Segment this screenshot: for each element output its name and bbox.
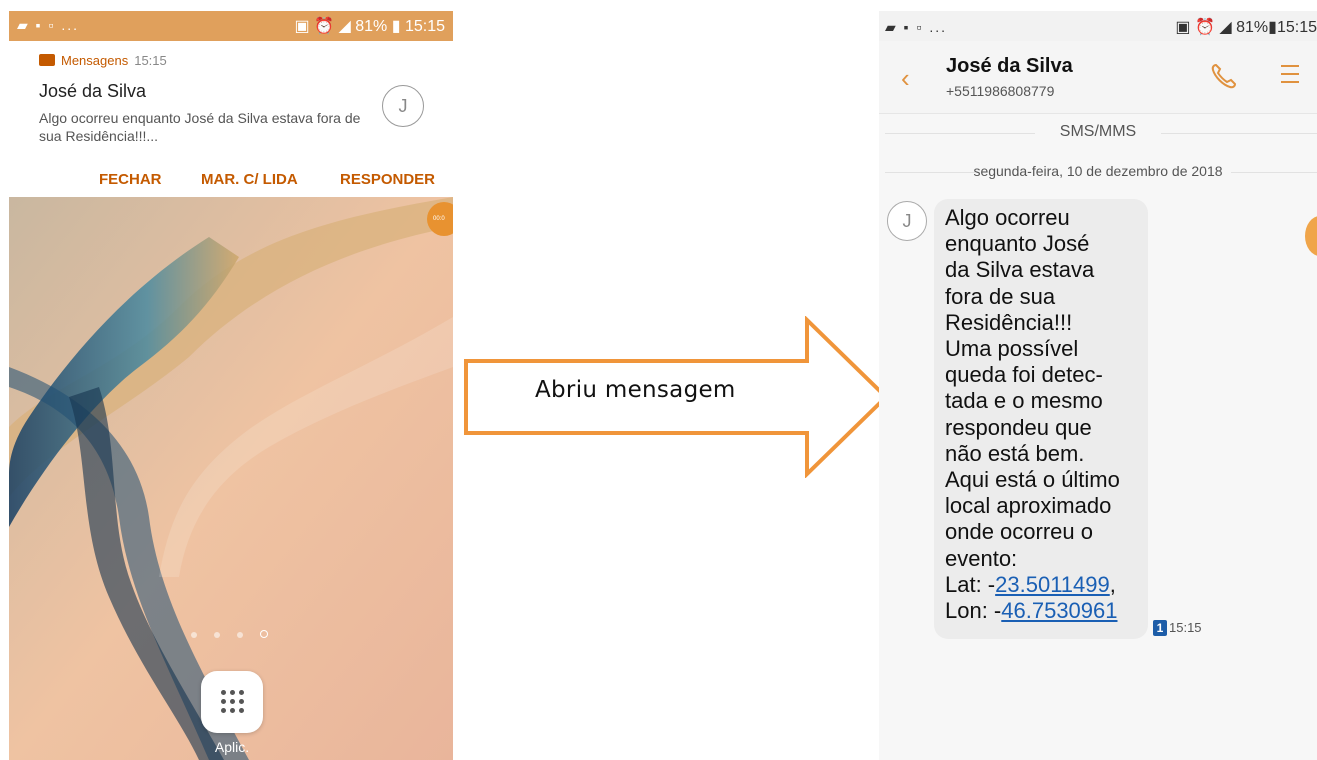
apps-label: Aplic. bbox=[214, 739, 250, 755]
conversation-header: ‹ José da Silva +5511986808779 bbox=[879, 41, 1317, 114]
page-dot bbox=[214, 632, 220, 638]
message-notification[interactable]: Mensagens 15:15 José da Silva Algo ocorre… bbox=[9, 41, 453, 197]
message-meta: 1 15:15 bbox=[1153, 620, 1202, 636]
signal-icon: ◢ bbox=[338, 18, 351, 35]
page-dot bbox=[191, 632, 197, 638]
arrow-label: Abriu mensagem bbox=[535, 377, 736, 403]
battery-icon: ▮ bbox=[391, 18, 401, 35]
longitude-line: Lon: -46.7530961 bbox=[945, 598, 1118, 623]
page-indicator bbox=[191, 625, 285, 643]
alarm-icon: ⏰ bbox=[1194, 19, 1215, 36]
notification-sender: José da Silva bbox=[39, 81, 147, 101]
phone-call-icon[interactable] bbox=[1209, 61, 1239, 91]
latitude-line: Lat: -23.5011499, bbox=[945, 572, 1116, 597]
status-time: 15:15 bbox=[404, 18, 445, 35]
message-body: Algo ocorreu enquanto José da Silva esta… bbox=[945, 205, 1120, 571]
floating-button[interactable] bbox=[1305, 216, 1317, 256]
signal-icon: ◢ bbox=[1219, 19, 1232, 36]
notification-icons: ▰ ▪ ▫ ... bbox=[885, 19, 948, 35]
message-bubble[interactable]: Algo ocorreu enquanto José da Silva esta… bbox=[934, 199, 1148, 639]
battery-percent: 81% bbox=[1236, 19, 1269, 36]
back-icon[interactable]: ‹ bbox=[901, 63, 910, 94]
cast-icon: ▣ bbox=[1175, 19, 1191, 36]
contact-avatar: J bbox=[382, 85, 424, 127]
conversation-phone: ▰ ▪ ▫ ... ▣ ⏰ ◢ 81%▮15:15 ‹ José da Silv… bbox=[879, 11, 1317, 760]
alarm-icon: ⏰ bbox=[314, 18, 334, 35]
recording-badge[interactable]: 00:0 bbox=[427, 202, 453, 236]
status-bar: ▰ ▪ ▫ ... ▣ ⏰ ◢ 81%▮15:15 bbox=[879, 11, 1317, 41]
menu-icon[interactable] bbox=[1281, 65, 1303, 87]
page-dot bbox=[237, 632, 243, 638]
notification-icons: ▰ ▪ ▫ ... bbox=[17, 17, 80, 33]
battery-percent: 81% bbox=[355, 18, 388, 35]
apps-grid-icon bbox=[219, 688, 247, 716]
page-dot-current bbox=[260, 630, 268, 638]
longitude-link[interactable]: 46.7530961 bbox=[1001, 598, 1117, 623]
message-text: Algo ocorreu enquanto José da Silva esta… bbox=[945, 205, 1145, 624]
date-separator: segunda-feira, 10 de dezembro de 2018 bbox=[973, 163, 1223, 179]
sender-avatar[interactable]: J bbox=[887, 201, 927, 241]
status-bar: ▰ ▪ ▫ ... ▣ ⏰ ◢ 81% ▮ 15:15 bbox=[9, 11, 453, 41]
notification-preview: Algo ocorreu enquanto José da Silva esta… bbox=[39, 110, 361, 144]
latitude-suffix: , bbox=[1109, 571, 1116, 597]
cast-icon: ▣ bbox=[294, 18, 310, 35]
notification-app-row: Mensagens 15:15 bbox=[39, 53, 167, 68]
contact-name: José da Silva bbox=[946, 55, 1073, 77]
notification-actions: FECHAR MAR. C/ LIDA RESPONDER bbox=[9, 171, 453, 193]
notification-app-name: Mensagens bbox=[61, 53, 129, 68]
channel-label: SMS/MMS bbox=[1059, 123, 1137, 140]
reply-button[interactable]: RESPONDER bbox=[340, 171, 435, 188]
messages-app-icon bbox=[39, 54, 55, 66]
lock-screen-phone: ▰ ▪ ▫ ... ▣ ⏰ ◢ 81% ▮ 15:15 Mensagens 15:… bbox=[9, 11, 453, 760]
latitude-prefix: Lat: - bbox=[945, 571, 996, 597]
mark-read-button[interactable]: MAR. C/ LIDA bbox=[201, 171, 298, 188]
apps-button[interactable] bbox=[201, 671, 263, 733]
latitude-link[interactable]: 23.5011499 bbox=[995, 572, 1110, 597]
sim-badge: 1 bbox=[1153, 620, 1167, 636]
status-time: 15:15 bbox=[1276, 19, 1317, 36]
contact-number: +5511986808779 bbox=[946, 83, 1055, 99]
battery-icon: ▮ bbox=[1268, 19, 1277, 36]
close-button[interactable]: FECHAR bbox=[99, 171, 162, 188]
notification-time: 15:15 bbox=[134, 53, 167, 68]
message-time: 15:15 bbox=[1169, 620, 1202, 635]
longitude-prefix: Lon: - bbox=[945, 598, 1002, 624]
